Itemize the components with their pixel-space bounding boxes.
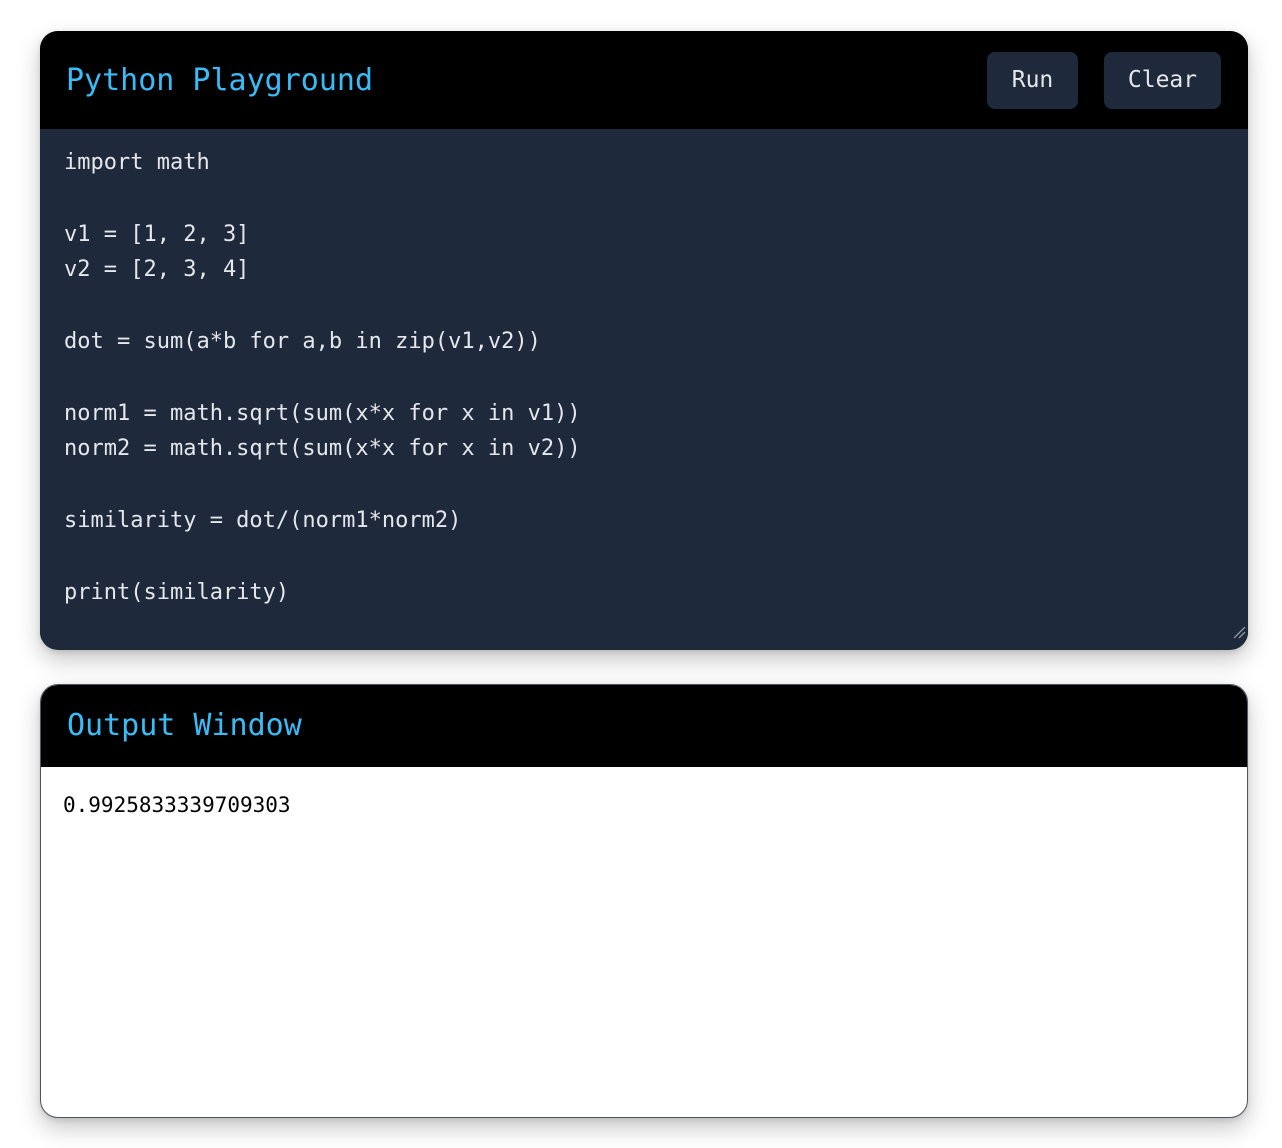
output-header: Output Window bbox=[41, 685, 1247, 767]
run-button[interactable]: Run bbox=[987, 52, 1078, 109]
resize-grip-icon[interactable] bbox=[1232, 625, 1246, 639]
editor-title: Python Playground bbox=[66, 63, 374, 98]
output-title: Output Window bbox=[67, 708, 302, 743]
output-text: 0.9925833339709303 bbox=[63, 793, 291, 817]
output-panel: Output Window 0.9925833339709303 bbox=[40, 684, 1248, 1118]
editor-panel: Python Playground Run Clear import math … bbox=[40, 31, 1248, 650]
editor-header: Python Playground Run Clear bbox=[40, 31, 1248, 129]
clear-button[interactable]: Clear bbox=[1104, 52, 1221, 109]
code-editor[interactable]: import math v1 = [1, 2, 3] v2 = [2, 3, 4… bbox=[40, 129, 1248, 640]
